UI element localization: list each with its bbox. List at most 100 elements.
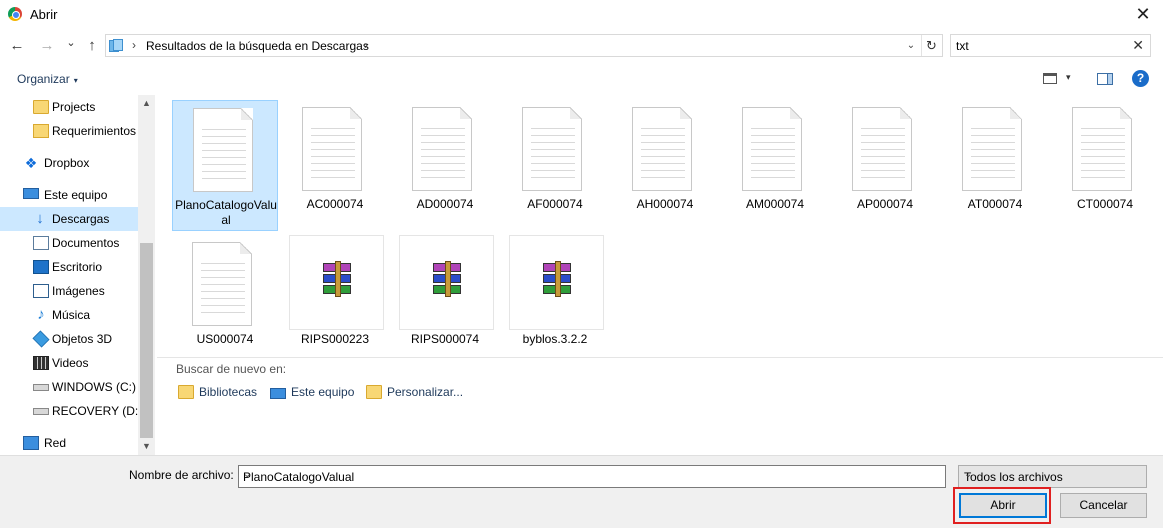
organize-caret-icon: ▾ xyxy=(73,76,78,85)
link-label: Personalizar... xyxy=(387,385,464,399)
file-item[interactable]: RIPS000074 xyxy=(392,235,498,367)
sidebar-item-label: Descargas xyxy=(52,212,110,226)
scrollbar-thumb[interactable] xyxy=(140,243,153,438)
sidebar-item-objetos-3d[interactable]: Objetos 3D xyxy=(0,327,138,351)
text-file-icon xyxy=(739,107,805,195)
text-file-icon xyxy=(409,107,475,195)
sidebar-item-label: Dropbox xyxy=(44,156,90,170)
file-item[interactable]: RIPS000223 xyxy=(282,235,388,367)
navigation-bar: ← → ⌄ ↑ › Resultados de la búsqueda en D… xyxy=(0,32,1163,60)
address-dropdown-icon[interactable]: ⌄ xyxy=(903,37,919,54)
search-results-folder-icon xyxy=(109,39,125,52)
drive-icon xyxy=(33,384,49,391)
breadcrumb-separator[interactable]: › xyxy=(364,38,368,52)
winrar-archive-icon xyxy=(399,235,494,330)
back-arrow-icon[interactable]: ← xyxy=(8,36,26,56)
clear-search-icon[interactable]: ✕ xyxy=(1132,37,1144,54)
file-name: CT000074 xyxy=(1076,197,1134,211)
file-name: AD000074 xyxy=(416,197,474,211)
text-file-icon xyxy=(190,108,256,196)
file-item[interactable]: AP000074 xyxy=(832,100,938,232)
sidebar-item-documentos[interactable]: Documentos xyxy=(0,231,138,255)
refresh-icon[interactable]: ↻ xyxy=(921,35,941,56)
file-name: US000074 xyxy=(196,332,254,346)
sidebar-item-musica[interactable]: ♪ Música xyxy=(0,303,138,327)
text-file-icon xyxy=(519,107,585,195)
filename-field[interactable]: PlanoCatalogoValual ⌄ xyxy=(238,465,946,488)
command-bar: Organizar ▾ ▾ ? xyxy=(0,64,1163,94)
sidebar-item-label: WINDOWS (C:) xyxy=(52,380,136,394)
search-again-libraries-link[interactable]: Bibliotecas xyxy=(178,385,257,399)
help-icon[interactable]: ? xyxy=(1132,70,1149,87)
sidebar-item-escritorio[interactable]: Escritorio xyxy=(0,255,138,279)
forward-arrow-icon[interactable]: → xyxy=(38,36,56,56)
file-item[interactable]: AM000074 xyxy=(722,100,828,232)
sidebar-item-label: Videos xyxy=(52,356,89,370)
text-file-icon xyxy=(1069,107,1135,195)
sidebar-item-este-equipo[interactable]: Este equipo xyxy=(0,183,138,207)
download-icon: ↓ xyxy=(36,210,44,227)
address-bar[interactable]: › Resultados de la búsqueda en Descargas… xyxy=(105,34,943,57)
scroll-up-icon[interactable]: ▲ xyxy=(138,95,155,112)
file-type-select[interactable]: Todos los archivos ⌄ xyxy=(958,465,1147,488)
recent-locations-chevron-icon[interactable]: ⌄ xyxy=(62,33,80,53)
3d-objects-icon xyxy=(32,330,50,348)
sidebar-item-dropbox[interactable]: ❖ Dropbox xyxy=(0,151,138,175)
file-list: PlanoCatalogoValual AC000074 AD000074 AF… xyxy=(157,95,1163,455)
folder-icon xyxy=(33,100,49,114)
file-item[interactable]: AH000074 xyxy=(612,100,718,232)
chevron-down-icon: ⌄ xyxy=(964,469,973,480)
file-item[interactable]: AF000074 xyxy=(502,100,608,232)
sidebar-item-label: Projects xyxy=(52,100,96,114)
open-button[interactable]: Abrir xyxy=(959,493,1047,518)
file-item[interactable]: AT000074 xyxy=(942,100,1048,232)
sidebar-item-label: RECOVERY (D:) xyxy=(52,404,143,418)
dropbox-icon: ❖ xyxy=(24,155,38,171)
search-input[interactable]: txt ✕ xyxy=(950,34,1151,57)
chevron-down-icon[interactable]: ⌄ xyxy=(243,469,941,480)
sidebar-item-descargas[interactable]: ↓ Descargas xyxy=(0,207,138,231)
file-item[interactable]: PlanoCatalogoValual xyxy=(172,100,278,231)
file-item[interactable]: CT000074 xyxy=(1052,100,1158,232)
sidebar-item-videos[interactable]: Videos xyxy=(0,351,138,375)
file-name: PlanoCatalogoValual xyxy=(175,198,277,227)
sidebar-item-label: Documentos xyxy=(52,236,120,250)
file-item[interactable]: US000074 xyxy=(172,235,278,367)
up-arrow-icon[interactable]: ↑ xyxy=(83,36,101,56)
music-icon: ♪ xyxy=(37,306,45,323)
text-file-icon xyxy=(849,107,915,195)
sidebar-item-label: Este equipo xyxy=(44,188,108,202)
sidebar-item-windows-c[interactable]: WINDOWS (C:) xyxy=(0,375,138,399)
sidebar-item-red[interactable]: Red xyxy=(0,431,138,455)
file-item[interactable]: AD000074 xyxy=(392,100,498,232)
breadcrumb-path[interactable]: Resultados de la búsqueda en Descargas xyxy=(146,39,369,53)
breadcrumb-separator[interactable]: › xyxy=(132,38,136,52)
drive-icon xyxy=(33,408,49,415)
title-bar: Abrir ✕ xyxy=(0,0,1163,28)
organize-button[interactable]: Organizar ▾ xyxy=(17,72,78,86)
close-icon[interactable]: ✕ xyxy=(1131,2,1155,26)
cancel-button[interactable]: Cancelar xyxy=(1060,493,1147,518)
search-again-custom-link[interactable]: Personalizar... xyxy=(366,385,463,399)
file-item[interactable]: AC000074 xyxy=(282,100,388,232)
sidebar-scrollbar[interactable]: ▲ ▼ xyxy=(138,95,155,455)
change-view-icon[interactable] xyxy=(1043,73,1057,84)
file-item[interactable]: byblos.3.2.2 xyxy=(502,235,608,367)
search-again-this-pc-link[interactable]: Este equipo xyxy=(270,385,354,399)
documents-icon xyxy=(33,236,49,250)
scroll-down-icon[interactable]: ▼ xyxy=(138,438,155,455)
text-file-icon xyxy=(189,242,255,330)
custom-folder-icon xyxy=(366,385,382,399)
view-options-caret-icon[interactable]: ▾ xyxy=(1066,72,1071,83)
navigation-pane: Projects Requerimientos ❖ Dropbox Este e… xyxy=(0,95,155,455)
sidebar-item-requerimientos[interactable]: Requerimientos xyxy=(0,119,138,143)
file-name: byblos.3.2.2 xyxy=(522,332,588,346)
sidebar-item-projects[interactable]: Projects xyxy=(0,95,138,119)
divider xyxy=(157,357,1163,358)
file-name: AH000074 xyxy=(636,197,694,211)
sidebar-item-imagenes[interactable]: Imágenes xyxy=(0,279,138,303)
winrar-archive-icon xyxy=(509,235,604,330)
sidebar-item-recovery-d[interactable]: RECOVERY (D:) xyxy=(0,399,142,423)
preview-pane-icon[interactable] xyxy=(1097,73,1113,85)
file-name: RIPS000223 xyxy=(300,332,370,346)
